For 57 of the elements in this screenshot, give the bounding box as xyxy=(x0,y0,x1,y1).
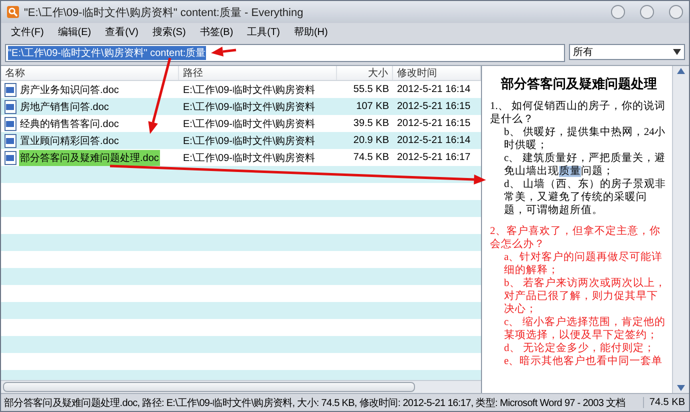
date-cell-text: 2012-5-21 16:15 xyxy=(396,118,472,129)
menu-item[interactable]: 编辑(E) xyxy=(52,24,98,40)
path-cell-text: E:\工作\09-临时文件\购房资料 xyxy=(182,100,316,114)
path-cell-text: E:\工作\09-临时文件\购房资料 xyxy=(182,118,316,130)
close-button[interactable] xyxy=(669,5,683,19)
search-field[interactable]: "E:\工作\09-临时文件\购房资料" content:质量 xyxy=(5,44,565,62)
document-icon xyxy=(4,100,17,114)
document-title: 部分答客问及疑难问题处理 xyxy=(501,76,657,92)
status-text: 部分答客问及疑难问题处理.doc, 路径: E:\工作\09-临时文件\购房资料, 大小: 74.5 KB, 修改时间: 2012-5-21 16:17, 类型: Microsoft Word 97 - 2003 文档 xyxy=(3,396,626,410)
menu-item[interactable]: 工具(T) xyxy=(241,24,286,40)
menu-item[interactable]: 帮助(H) xyxy=(288,24,334,40)
size-cell-text: 107 KB xyxy=(355,101,390,112)
date-cell-text: 2012-5-21 16:14 xyxy=(396,84,472,95)
column-header[interactable]: 路径 xyxy=(179,66,337,80)
window-title: "E:\工作\09-临时文件\购房资料" content:质量 - Everything xyxy=(24,6,304,20)
annotation-arrow xyxy=(211,46,236,57)
status-size: 74.5 KB xyxy=(643,397,689,408)
date-cell-text: 2012-5-21 16:14 xyxy=(396,135,472,146)
filter-dropdown[interactable]: 所有 xyxy=(569,44,685,60)
file-name[interactable]: 房产业务知识问答.doc xyxy=(19,82,120,98)
path-cell-text: E:\工作\09-临时文件\购房资料 xyxy=(182,152,316,164)
size-cell-text: 20.9 KB xyxy=(352,135,390,146)
file-name[interactable]: 房地产销售问答.doc xyxy=(19,98,110,114)
file-name[interactable]: 经典的销售答客问.doc xyxy=(19,116,120,132)
scroll-down-icon[interactable] xyxy=(677,385,685,391)
caret-icon xyxy=(673,49,681,55)
document-icon xyxy=(4,134,17,148)
date-cell-text: 2012-5-21 16:17 xyxy=(396,152,472,163)
column-header[interactable]: 大小 xyxy=(337,66,393,80)
menu-item[interactable]: 书签(B) xyxy=(194,24,240,40)
scroll-up-icon[interactable] xyxy=(677,68,685,74)
minimize-button[interactable] xyxy=(611,5,625,19)
answer-text: e、暗示其他客户也看中同一套单 xyxy=(504,355,664,368)
magnifier-icon xyxy=(7,6,19,18)
size-cell-text: 39.5 KB xyxy=(352,118,390,129)
menu-item[interactable]: 文件(F) xyxy=(5,24,50,40)
column-header[interactable]: 名称 xyxy=(1,66,179,80)
maximize-button[interactable] xyxy=(640,5,654,19)
menu-item[interactable]: 搜索(S) xyxy=(146,24,192,40)
file-name[interactable]: 置业顾问精彩回答.doc xyxy=(19,132,120,148)
horizontal-scrollbar[interactable] xyxy=(1,380,481,393)
path-cell-text: E:\工作\09-临时文件\购房资料 xyxy=(182,84,316,96)
path-cell-text: E:\工作\09-临时文件\购房资料 xyxy=(182,134,316,148)
question-text: 1.、 如何促销西山的房子，你的说词是什么？ xyxy=(490,100,666,126)
date-cell-text: 2012-5-21 16:15 xyxy=(396,101,472,112)
size-cell-text: 55.5 KB xyxy=(352,84,390,95)
document-icon xyxy=(4,150,17,164)
menu-item[interactable]: 查看(V) xyxy=(99,24,144,40)
file-name[interactable]: 部分答客问及疑难问题处理.doc xyxy=(19,150,160,166)
answer-text: d、 无论定金多少，能付则定； xyxy=(504,342,656,355)
document-icon xyxy=(4,116,17,130)
vertical-scrollbar[interactable] xyxy=(672,66,689,393)
question-text: 2、客户喜欢了，但拿不定主意，你会怎么办？ xyxy=(490,225,662,251)
size-cell-text: 74.5 KB xyxy=(352,152,390,163)
column-header[interactable]: 修改时间 xyxy=(393,66,481,80)
document-icon xyxy=(4,82,17,96)
answer-text: d、 山墙（西、东）的房子景观非常美，又避免了传统的采暖问题，可谓物超所值。 xyxy=(504,178,667,217)
